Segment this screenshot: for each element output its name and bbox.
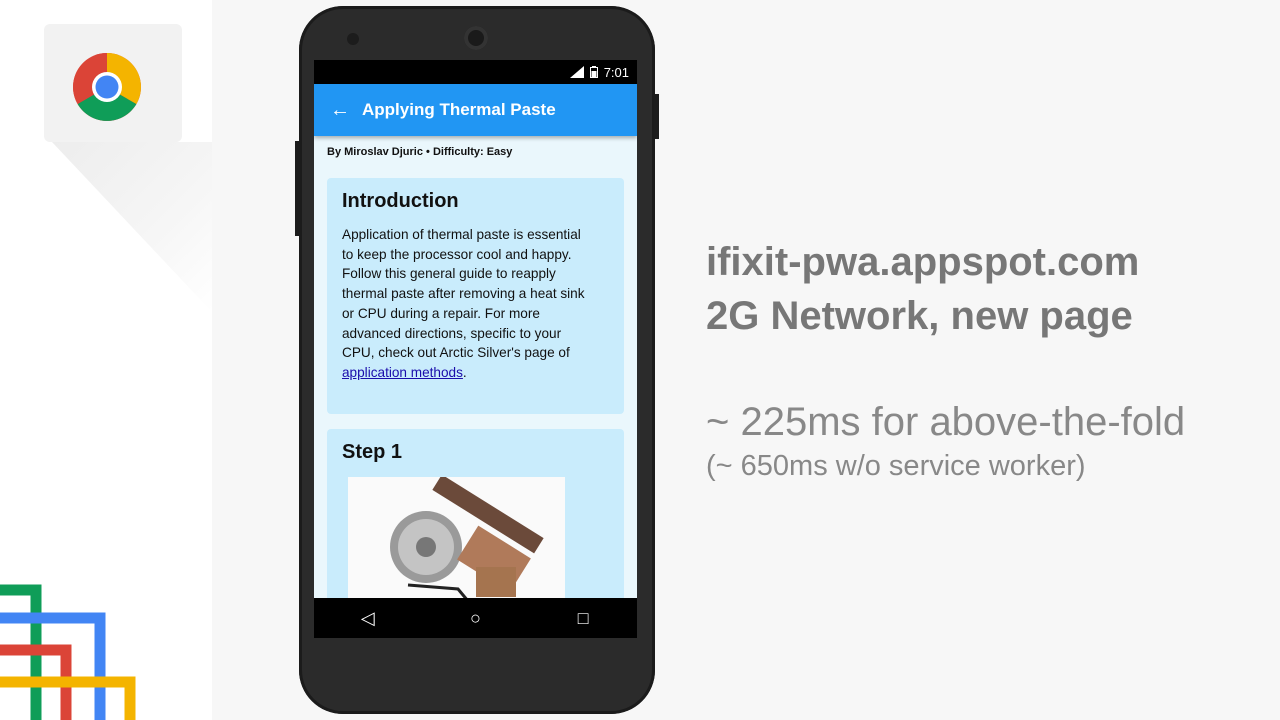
page-title: Applying Thermal Paste <box>362 100 556 119</box>
front-camera <box>347 33 359 45</box>
app-bar: ← Applying Thermal Paste <box>314 84 637 136</box>
status-bar: 7:01 <box>314 60 637 84</box>
application-methods-link[interactable]: application methods <box>342 365 463 380</box>
android-nav-bar: ◁ ○ □ <box>314 598 637 638</box>
network-heading: 2G Network, new page <box>706 294 1133 338</box>
nav-home-icon[interactable]: ○ <box>455 608 495 629</box>
power-button <box>654 94 659 139</box>
presentation-slide: 7:01 ← Applying Thermal Paste By Mirosla… <box>0 0 1280 720</box>
status-time: 7:01 <box>603 64 629 80</box>
introduction-heading: Introduction <box>342 190 459 212</box>
introduction-body: Application of thermal paste is essentia… <box>327 213 624 383</box>
intro-line: CPU, check out Arctic Silver's page of <box>342 345 570 361</box>
earpiece <box>464 26 488 50</box>
load-time-metric: ~ 225ms for above-the-fold <box>706 400 1186 444</box>
volume-button <box>295 141 300 236</box>
nav-recents-icon[interactable]: □ <box>563 608 603 629</box>
arrow-left-icon[interactable]: ← <box>330 99 362 122</box>
intro-line: thermal paste after removing a heat sink <box>342 286 585 302</box>
step-1-image[interactable] <box>348 474 565 617</box>
nav-back-icon[interactable]: ◁ <box>348 608 388 629</box>
load-time-comparison: (~ 650ms w/o service worker) <box>706 450 1086 482</box>
step-1-heading: Step 1 <box>342 441 403 463</box>
intro-line: or CPU during a repair. For more <box>342 305 540 321</box>
introduction-card: Introduction Application of thermal past… <box>327 178 624 414</box>
chrome-logo-icon <box>73 53 141 121</box>
signal-icon <box>569 66 584 78</box>
intro-line: to keep the processor cool and happy. <box>342 246 572 262</box>
intro-line: Follow this general guide to reapply <box>342 266 556 282</box>
guide-byline: By Miroslav Djuric • Difficulty: Easy <box>327 146 513 158</box>
phone-frame: 7:01 ← Applying Thermal Paste By Mirosla… <box>295 6 659 714</box>
intro-line: Application of thermal paste is essentia… <box>342 227 581 242</box>
phone-screen: 7:01 ← Applying Thermal Paste By Mirosla… <box>314 60 637 638</box>
google-stripes-decor <box>0 584 136 720</box>
heat-sink-fan-illustration <box>390 474 544 608</box>
battery-icon <box>589 66 598 78</box>
intro-period: . <box>462 364 467 380</box>
intro-line: advanced directions, specific to your <box>342 325 562 341</box>
site-url-heading: ifixit-pwa.appspot.com <box>706 240 1140 284</box>
